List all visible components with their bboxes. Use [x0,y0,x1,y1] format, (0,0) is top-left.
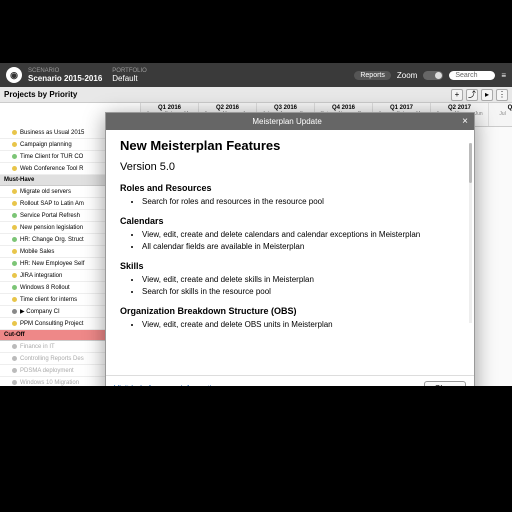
portfolio-label: PORTFOLIO [112,68,147,74]
help-link[interactable]: Visit help for more information [114,384,220,386]
list-item: View, edit, create and delete skills in … [142,275,460,284]
list-item: All calendar fields are available in Mei… [142,242,460,251]
reports-button[interactable]: Reports [354,71,391,80]
scrollbar[interactable] [469,143,472,323]
portfolio-name[interactable]: Default [112,74,147,83]
zoom-label: Zoom [397,71,417,80]
modal-heading: New Meisterplan Features [120,138,460,153]
close-icon[interactable]: × [462,116,468,127]
section-list: Search for roles and resources in the re… [142,197,460,206]
search-input[interactable]: Search [449,71,495,80]
modal-footer: Visit help for more information Close [106,375,474,386]
toolbar: Projects by Priority + ⤴ ▸ ⋮ [0,87,512,103]
scenario-name[interactable]: Scenario 2015-2016 [28,74,102,83]
app-logo: ◉ [6,67,22,83]
modal-body: New Meisterplan Features Version 5.0 Rol… [106,130,474,375]
close-button[interactable]: Close [424,381,466,386]
list-item: Search for roles and resources in the re… [142,197,460,206]
update-modal: Meisterplan Update × New Meisterplan Fea… [105,112,475,386]
zoom-toggle[interactable] [423,71,443,80]
share-button[interactable]: ⤴ [466,89,478,101]
projects-header: Projects by Priority [4,90,77,99]
section-list: View, edit, create and delete skills in … [142,275,460,296]
arrow-button[interactable]: ▸ [481,89,493,101]
more-button[interactable]: ⋮ [496,89,508,101]
section-title: Organization Breakdown Structure (OBS) [120,306,460,316]
list-item: View, edit, create and delete OBS units … [142,320,460,329]
modal-titlebar: Meisterplan Update × [106,113,474,130]
modal-version: Version 5.0 [120,161,460,173]
top-bar: ◉ SCENARIO Scenario 2015-2016 PORTFOLIO … [0,63,512,87]
modal-title-text: Meisterplan Update [252,117,321,126]
section-title: Calendars [120,216,460,226]
menu-icon[interactable]: ≡ [501,71,506,80]
section-list: View, edit, create and delete OBS units … [142,320,460,329]
list-item: View, edit, create and delete calendars … [142,230,460,239]
section-title: Skills [120,261,460,271]
add-button[interactable]: + [451,89,463,101]
section-list: View, edit, create and delete calendars … [142,230,460,251]
list-item: Search for skills in the resource pool [142,287,460,296]
section-title: Roles and Resources [120,183,460,193]
